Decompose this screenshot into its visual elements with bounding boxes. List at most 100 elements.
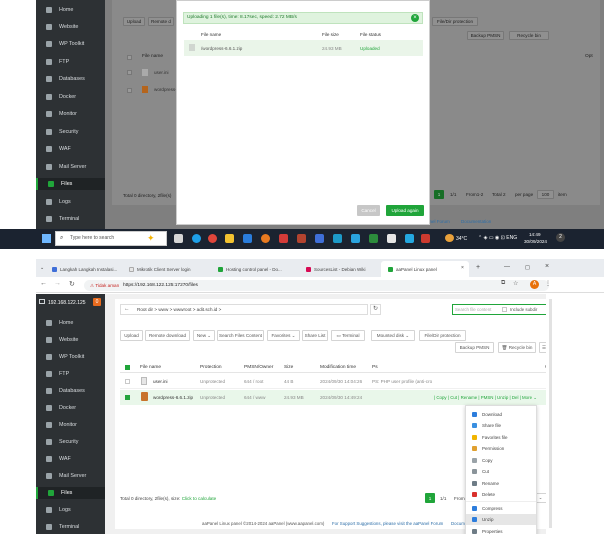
include-subdir-checkbox[interactable] xyxy=(502,307,507,312)
sidebar-item-terminal[interactable]: Terminal xyxy=(36,213,105,225)
url-text[interactable]: https://192.168.122.125:17270/files xyxy=(123,283,198,288)
sidebar-item-monitor[interactable]: Monitor xyxy=(36,108,105,120)
chrome-icon[interactable] xyxy=(208,234,217,243)
back-icon[interactable]: ← xyxy=(40,280,47,287)
sidebar-item-waf[interactable]: WAF xyxy=(36,453,105,465)
app-icon[interactable] xyxy=(279,234,288,243)
menu-item-share-file[interactable]: Share file xyxy=(466,420,536,431)
protection-status[interactable]: Unprotected xyxy=(200,379,225,384)
menu-item-rename[interactable]: Rename xyxy=(466,478,536,489)
sidebar-item-terminal[interactable]: Terminal xyxy=(36,521,105,533)
select-all-checkbox[interactable] xyxy=(127,55,132,60)
col-size[interactable]: Size xyxy=(284,365,293,370)
translate-icon[interactable]: ⧉ xyxy=(501,280,505,287)
notification-badge[interactable]: 0 xyxy=(93,298,101,306)
share-list-button[interactable]: Share List xyxy=(302,330,328,341)
upload-button[interactable]: Upload xyxy=(123,17,145,26)
task-view-icon[interactable] xyxy=(174,234,183,243)
protection-status[interactable]: Unprotected xyxy=(200,395,225,400)
favorites-dropdown[interactable]: Favorites ⌄ xyxy=(267,330,300,341)
app-icon[interactable] xyxy=(333,234,342,243)
sidebar-item-mail-server[interactable]: Mail Server xyxy=(36,161,105,173)
file-name[interactable]: user.ini xyxy=(154,70,169,75)
app-icon[interactable] xyxy=(297,234,306,243)
file-name[interactable]: wordpress- xyxy=(154,87,177,92)
menu-item-properties[interactable]: Properties xyxy=(466,526,536,534)
col-owner[interactable]: PMSN/Owner xyxy=(244,365,273,370)
select-all-checkbox[interactable] xyxy=(125,365,130,370)
firefox-icon[interactable] xyxy=(261,234,270,243)
weather-icon[interactable] xyxy=(445,234,454,242)
edge-icon[interactable] xyxy=(192,234,201,243)
menu-item-copy[interactable]: Copy xyxy=(466,455,536,466)
row-checkbox[interactable] xyxy=(125,379,130,384)
menu-item-download[interactable]: Download xyxy=(466,409,536,420)
col-modification-time[interactable]: Modification time xyxy=(320,365,356,370)
tab-langkah[interactable]: Langkah Langkah Instalasi... xyxy=(52,263,120,275)
sidebar-item-website[interactable]: Website xyxy=(36,21,105,33)
notification-icon[interactable]: 2 xyxy=(556,233,565,242)
app-icon[interactable] xyxy=(405,234,414,243)
minimize-icon[interactable]: — xyxy=(504,264,510,270)
remote-download-button[interactable]: Remote d xyxy=(148,17,174,26)
backup-button[interactable]: Backup PMSN xyxy=(467,31,504,40)
forum-link[interactable]: anel Forum xyxy=(427,219,450,224)
page-current[interactable]: 1 xyxy=(425,493,435,503)
recycle-bin-button[interactable]: Recycle bin xyxy=(509,31,549,40)
sidebar-item-home[interactable]: Home xyxy=(36,317,105,329)
sidebar-item-waf[interactable]: WAF xyxy=(36,143,105,155)
reload-icon[interactable]: ↻ xyxy=(69,280,75,288)
back-dir-icon[interactable]: ← xyxy=(124,306,130,312)
recycle-bin-button[interactable]: 🗑 Recycle bin xyxy=(498,342,536,353)
documentation-link[interactable]: Documentation xyxy=(461,219,491,224)
tab-sourceslist[interactable]: SourcesList - Debian Wiki xyxy=(306,263,366,275)
sidebar-item-home[interactable]: Home xyxy=(36,4,105,16)
app-icon[interactable] xyxy=(315,234,324,243)
sidebar-item-ftp[interactable]: FTP xyxy=(36,56,105,68)
menu-item-favorites-file[interactable]: Favorites file xyxy=(466,432,536,443)
upload-button[interactable]: Upload xyxy=(120,330,143,341)
sidebar-item-wp-toolkit[interactable]: WP Toolkit xyxy=(36,38,105,50)
close-icon[interactable]: × xyxy=(411,14,419,22)
sidebar-item-databases[interactable]: Databases xyxy=(36,73,105,85)
menu-item-compress[interactable]: Compress xyxy=(466,503,536,514)
sidebar-item-databases[interactable]: Databases xyxy=(36,385,105,397)
tab-list-icon[interactable]: ⌄ xyxy=(40,265,44,271)
weather-temp[interactable]: 34°C xyxy=(456,236,467,242)
file-name[interactable]: wordpress-6.6.1.zip xyxy=(153,395,193,400)
sidebar-item-mail-server[interactable]: Mail Server xyxy=(36,470,105,482)
menu-item-delete[interactable]: Delete xyxy=(466,489,536,500)
sidebar-item-docker[interactable]: Docker xyxy=(36,91,105,103)
search-input[interactable]: Search file content xyxy=(455,307,491,312)
windows-start-icon[interactable] xyxy=(42,234,51,243)
dir-protection-button[interactable]: File/Dir protection xyxy=(432,17,478,26)
dir-protection-button[interactable]: File/Dir protection xyxy=(419,330,466,341)
store-icon[interactable] xyxy=(243,234,252,243)
sidebar-item-website[interactable]: Website xyxy=(36,334,105,346)
owner[interactable]: 644 / root xyxy=(244,379,263,384)
owner[interactable]: 644 / www xyxy=(244,395,265,400)
clock-time[interactable]: 14:49 xyxy=(529,232,541,237)
col-protection[interactable]: Protection xyxy=(200,365,222,370)
menu-item-unzip[interactable]: Unzip xyxy=(466,514,536,525)
new-dropdown[interactable]: New ⌄ xyxy=(193,330,215,341)
mounted-disk-dropdown[interactable]: Mounted disk ⌄ xyxy=(371,330,415,341)
profile-avatar[interactable]: A xyxy=(530,280,539,289)
not-secure-label[interactable]: ⚠ Tidak aman xyxy=(90,283,119,289)
footer-docs-link[interactable]: Docum xyxy=(451,521,465,526)
bookmark-star-icon[interactable]: ☆ xyxy=(513,280,518,287)
sidebar-item-logs[interactable]: Logs xyxy=(36,196,105,208)
scrollbar[interactable] xyxy=(549,299,552,528)
upload-again-button[interactable]: Upload again xyxy=(386,205,424,216)
close-tab-icon[interactable]: × xyxy=(461,265,464,271)
app-icon[interactable] xyxy=(369,234,378,243)
sidebar-item-security[interactable]: Security xyxy=(36,436,105,448)
breadcrumb[interactable]: Root dir > www > wwwroot > adit.sch.id > xyxy=(137,307,221,312)
menu-item-permission[interactable]: Permission xyxy=(466,443,536,454)
close-window-icon[interactable]: × xyxy=(545,263,549,270)
sidebar-item-wp-toolkit[interactable]: WP Toolkit xyxy=(36,351,105,363)
ps-note[interactable]: PS: PHP user profile (anti-cro xyxy=(372,379,434,384)
tab-mikrotik[interactable]: Mikrotik Client Server login xyxy=(129,263,197,275)
app-icon[interactable] xyxy=(421,234,430,243)
tray-icons[interactable]: ⌃ ◈ ▭ ◉ ⊡ ENG xyxy=(478,235,517,241)
